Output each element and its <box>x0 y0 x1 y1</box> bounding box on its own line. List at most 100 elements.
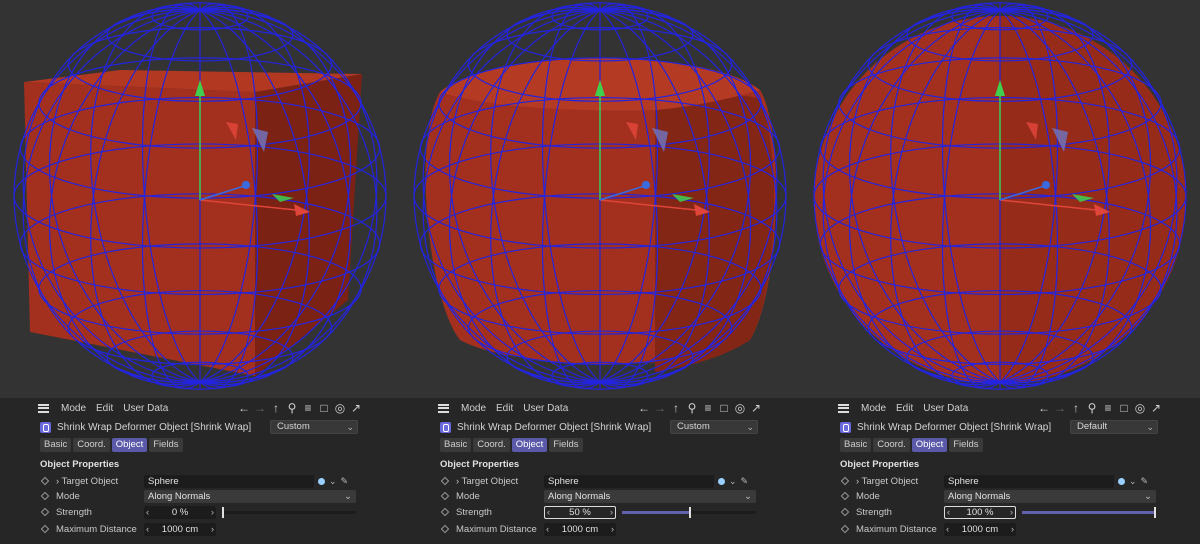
menu-edit[interactable]: Edit <box>896 403 913 414</box>
tab-bar: Basic Coord. Object Fields <box>840 438 983 452</box>
new-window-icon[interactable]: ↗ <box>350 401 362 415</box>
keyframe-diamond-icon[interactable] <box>40 507 50 517</box>
strength-field[interactable]: ‹ 100 % › <box>944 506 1016 519</box>
keyframe-diamond-icon[interactable] <box>40 491 50 501</box>
tab-coord[interactable]: Coord. <box>473 438 510 452</box>
search-icon[interactable]: ⚲ <box>686 401 698 415</box>
tab-fields[interactable]: Fields <box>949 438 983 452</box>
chevron-down-icon[interactable]: ⌄ <box>329 476 337 487</box>
strength-slider-fill <box>622 511 689 514</box>
keyframe-diamond-icon[interactable] <box>840 491 850 501</box>
keyframe-diamond-icon[interactable] <box>440 507 450 517</box>
z-axis-handle-icon <box>1042 181 1050 189</box>
mode-select[interactable]: Along Normals ⌄ <box>144 490 356 503</box>
strength-slider[interactable] <box>222 507 356 518</box>
forward-arrow-icon[interactable]: → <box>254 401 266 415</box>
keyframe-diamond-icon[interactable] <box>440 476 450 486</box>
target-object-field[interactable]: Sphere <box>944 475 1114 488</box>
keyframe-diamond-icon[interactable] <box>840 476 850 486</box>
lock-icon[interactable]: □ <box>718 401 730 415</box>
chevron-down-icon[interactable]: ⌄ <box>729 476 737 487</box>
keyframe-diamond-icon[interactable] <box>840 524 850 534</box>
tab-coord[interactable]: Coord. <box>873 438 910 452</box>
panel-strength-50: Mode Edit User Data ← → ↑ ⚲ ≡ □ ◎ ↗ Shri… <box>400 0 800 544</box>
up-arrow-icon[interactable]: ↑ <box>270 401 282 415</box>
hamburger-icon[interactable] <box>38 403 49 413</box>
keyframe-diamond-icon[interactable] <box>40 524 50 534</box>
new-window-icon[interactable]: ↗ <box>1150 401 1162 415</box>
target-object-field[interactable]: Sphere <box>544 475 714 488</box>
max-distance-field[interactable]: ‹ 1000 cm › <box>144 523 216 536</box>
strength-field[interactable]: ‹ 50 % › <box>544 506 616 519</box>
strength-slider[interactable] <box>1022 507 1156 518</box>
menu-edit[interactable]: Edit <box>96 403 113 414</box>
viewport[interactable] <box>400 0 800 398</box>
search-icon[interactable]: ⚲ <box>1086 401 1098 415</box>
preset-dropdown[interactable]: Custom ⌄ <box>670 420 758 434</box>
new-window-icon[interactable]: ↗ <box>750 401 762 415</box>
pick-icon[interactable]: ✎ <box>341 476 349 487</box>
tab-basic[interactable]: Basic <box>440 438 472 452</box>
keyframe-diamond-icon[interactable] <box>440 524 450 534</box>
back-arrow-icon[interactable]: ← <box>638 401 650 415</box>
lock-icon[interactable]: □ <box>1118 401 1130 415</box>
section-title: Object Properties <box>40 459 120 470</box>
menu-user-data[interactable]: User Data <box>923 403 968 414</box>
tab-basic[interactable]: Basic <box>840 438 872 452</box>
target-object-label: › Target Object <box>456 476 519 487</box>
max-distance-field[interactable]: ‹ 1000 cm › <box>944 523 1016 536</box>
forward-arrow-icon[interactable]: → <box>654 401 666 415</box>
filter-icon[interactable]: ≡ <box>302 401 314 415</box>
up-arrow-icon[interactable]: ↑ <box>1070 401 1082 415</box>
keyframe-diamond-icon[interactable] <box>40 476 50 486</box>
filter-icon[interactable]: ≡ <box>1102 401 1114 415</box>
menu-edit[interactable]: Edit <box>496 403 513 414</box>
lock-icon[interactable]: □ <box>318 401 330 415</box>
tab-basic[interactable]: Basic <box>40 438 72 452</box>
max-distance-field[interactable]: ‹ 1000 cm › <box>544 523 616 536</box>
tab-fields[interactable]: Fields <box>149 438 183 452</box>
mode-row: Mode Along Normals ⌄ <box>840 490 1160 504</box>
hamburger-icon[interactable] <box>838 403 849 413</box>
tab-object[interactable]: Object <box>911 438 948 452</box>
strength-slider[interactable] <box>622 507 756 518</box>
keyframe-diamond-icon[interactable] <box>840 507 850 517</box>
target-icon[interactable]: ◎ <box>1134 401 1146 415</box>
menu-user-data[interactable]: User Data <box>123 403 168 414</box>
strength-slider-knob[interactable] <box>1154 507 1156 518</box>
mode-select[interactable]: Along Normals ⌄ <box>544 490 756 503</box>
preset-dropdown[interactable]: Default ⌄ <box>1070 420 1158 434</box>
strength-slider-knob[interactable] <box>222 507 224 518</box>
strength-slider-knob[interactable] <box>689 507 691 518</box>
target-object-row: › Target Object Sphere ⌄ ✎ <box>840 475 1160 489</box>
pick-icon[interactable]: ✎ <box>1141 476 1149 487</box>
back-arrow-icon[interactable]: ← <box>238 401 250 415</box>
target-object-field[interactable]: Sphere <box>144 475 314 488</box>
tab-object[interactable]: Object <box>111 438 148 452</box>
tab-object[interactable]: Object <box>511 438 548 452</box>
menu-mode[interactable]: Mode <box>461 403 486 414</box>
menu-user-data[interactable]: User Data <box>523 403 568 414</box>
search-icon[interactable]: ⚲ <box>286 401 298 415</box>
viewport[interactable] <box>0 0 400 398</box>
menu-mode[interactable]: Mode <box>61 403 86 414</box>
up-arrow-icon[interactable]: ↑ <box>670 401 682 415</box>
chevron-down-icon[interactable]: ⌄ <box>1129 476 1137 487</box>
filter-icon[interactable]: ≡ <box>702 401 714 415</box>
tab-fields[interactable]: Fields <box>549 438 583 452</box>
back-arrow-icon[interactable]: ← <box>1038 401 1050 415</box>
target-icon[interactable]: ◎ <box>734 401 746 415</box>
menu-mode[interactable]: Mode <box>861 403 886 414</box>
target-icon[interactable]: ◎ <box>334 401 346 415</box>
pick-icon[interactable]: ✎ <box>741 476 749 487</box>
preset-dropdown[interactable]: Custom ⌄ <box>270 420 358 434</box>
hamburger-icon[interactable] <box>438 403 449 413</box>
tab-coord[interactable]: Coord. <box>73 438 110 452</box>
max-distance-label: Maximum Distance <box>56 524 137 535</box>
forward-arrow-icon[interactable]: → <box>1054 401 1066 415</box>
z-axis-handle-icon <box>642 181 650 189</box>
keyframe-diamond-icon[interactable] <box>440 491 450 501</box>
mode-select[interactable]: Along Normals ⌄ <box>944 490 1156 503</box>
viewport[interactable] <box>800 0 1200 398</box>
strength-field[interactable]: ‹ 0 % › <box>144 506 216 519</box>
